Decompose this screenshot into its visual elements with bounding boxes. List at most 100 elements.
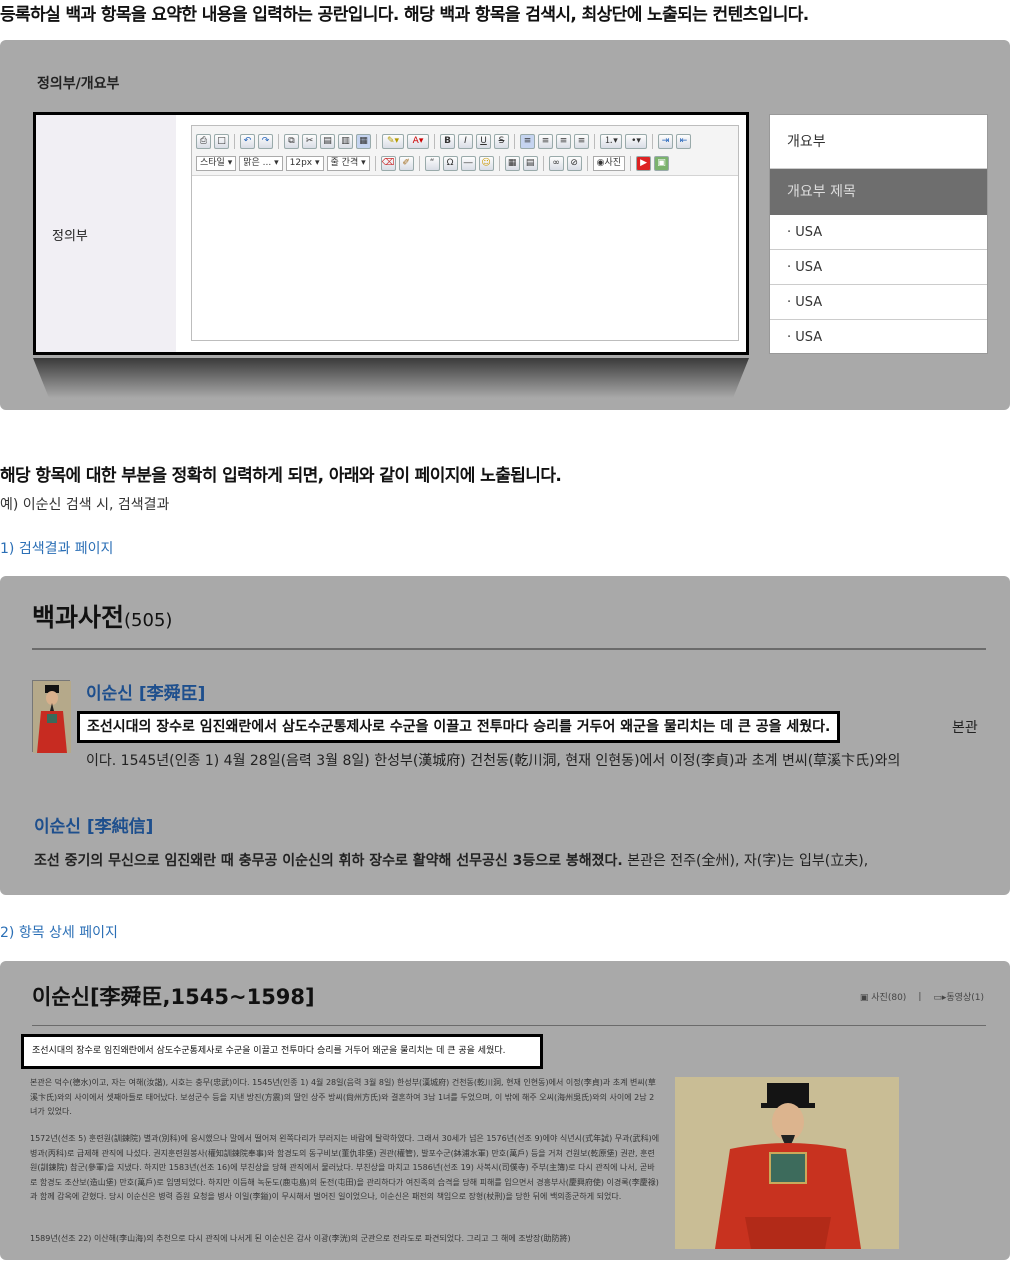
align-center-icon[interactable]: ≡ [538,133,553,149]
strikethrough-icon[interactable]: S [494,133,509,149]
intro-heading: 등록하실 백과 항목을 요약한 내용을 입력하는 공란입니다. 해당 백과 항목… [0,5,809,25]
highlighted-summary: 조선시대의 장수로 임진왜란에서 삼도수군통제사로 수군을 이끌고 전투마다 승… [21,1034,543,1069]
toolbar-separator [418,155,420,171]
italic-icon[interactable]: I [458,133,473,149]
step-1-label: 1) 검색결과 페이지 [0,541,114,557]
ordered-list-icon[interactable]: ⒈▾ [600,133,622,149]
meta-divider: | [918,991,922,1002]
special-char-icon[interactable]: Ω [442,155,458,171]
cut-icon[interactable]: ✂ [302,133,317,149]
align-justify-icon[interactable]: ≡ [574,133,589,149]
horizontal-rule-icon[interactable]: ― [460,155,476,171]
photo-icon: ▣ [859,993,869,1003]
indent-icon[interactable]: ⇥ [658,133,673,149]
divider [32,1025,986,1026]
quote-icon[interactable]: “ [424,155,440,171]
search-result-panel: 백과사전(505) 이순신 [李舜臣] 조선시대의 장수로 임진왜란에서 삼도수… [0,576,1010,895]
editor-preview-panel: 정의부/개요부 정의부 ⎙ □ ↶ ↷ ⧉ ✂ ▤ ▥ ▦ ✎▾ A▾ B I … [0,40,1010,410]
outdent-icon[interactable]: ⇤ [676,133,691,149]
result-text-continuation: 본관 [952,720,978,736]
redo-icon[interactable]: ↷ [258,133,273,149]
align-right-icon[interactable]: ≡ [556,133,571,149]
form-label: 정의부 [52,229,88,244]
detail-page-panel: 이순신[李舜臣,1545~1598] ▣ 사진(80) | ▭▸동영상(1) 조… [0,961,1010,1260]
form-label-cell: 정의부 [36,115,176,352]
toolbar-separator [498,155,500,171]
portrait-thumbnail[interactable] [32,680,71,753]
undo-icon[interactable]: ↶ [240,133,255,149]
divider [32,648,986,650]
search-result-title: 백과사전(505) [32,603,173,632]
paste-icon[interactable]: ▤ [320,133,335,149]
portrait-image[interactable] [675,1077,899,1249]
font-size-select[interactable]: 12px ▾ [285,155,324,171]
detail-paragraph: 1589년(선조 22) 이산해(李山海)의 추천으로 다시 관직에 나서게 된… [30,1234,571,1243]
result-text: 조선 중기의 무신으로 임진왜란 때 충무공 이순신의 휘하 장수로 활약해 선… [34,853,869,869]
font-family-select[interactable]: 맑은 ... ▾ [239,155,283,171]
overview-sidebar-item[interactable]: · USA [770,320,987,355]
toolbar-separator [586,155,588,171]
overview-sidebar: 개요부 개요부 제목 · USA · USA · USA · USA [769,114,988,354]
toolbar-separator [542,155,544,171]
toolbar-separator [278,133,279,149]
copy-icon[interactable]: ⧉ [284,133,299,149]
table-icon[interactable]: ▦ [504,155,520,171]
overview-sidebar-item[interactable]: · USA [770,215,987,250]
editor-toolbar: ⎙ □ ↶ ↷ ⧉ ✂ ▤ ▥ ▦ ✎▾ A▾ B I U S ≡ ≡ ≡ ≡ … [192,126,738,176]
underline-icon[interactable]: U [476,133,491,149]
bold-icon[interactable]: B [440,133,455,149]
example-text: 예) 이순신 검색 시, 검색결과 [0,497,170,513]
toolbar-row-2: 스타일 ▾ 맑은 ... ▾ 12px ▾ 줄 간격 ▾ ⌫ ✐ “ Ω ― ☺… [196,154,670,172]
detail-paragraph: 1572년(선조 5) 훈련원(訓鍊院) 별과(別科)에 응시했으나 말에서 떨… [30,1134,660,1202]
result-text: 이다. 1545년(인종 1) 4월 28일(음력 3월 8일) 한성부(漢城府… [86,753,901,769]
video-link[interactable]: ▭▸동영상(1) [933,990,984,1003]
overview-sidebar-item[interactable]: · USA [770,250,987,285]
highlight-color-icon[interactable]: ✎▾ [382,133,404,149]
photo-link[interactable]: ▣ 사진(80) [860,990,906,1003]
eraser-icon[interactable]: ⌫ [380,155,396,171]
line-spacing-select[interactable]: 줄 간격 ▾ [326,155,370,171]
section-heading: 해당 항목에 대한 부분을 정확히 입력하게 되면, 아래와 같이 페이지에 노… [0,466,562,486]
toolbar-separator [594,133,595,149]
box-shadow-shape [33,358,749,398]
table-edit-icon[interactable]: ▤ [522,155,538,171]
toolbar-separator [434,133,435,149]
font-color-icon[interactable]: A▾ [407,133,429,149]
toolbar-separator [630,155,632,171]
toolbar-separator [514,133,515,149]
paste-text-icon[interactable]: ▥ [338,133,353,149]
align-left-icon[interactable]: ≡ [520,133,535,149]
result-count: (505) [124,610,173,631]
toolbar-separator [376,133,377,149]
result-title[interactable]: 이순신 [李舜臣] [86,679,205,704]
detail-title: 이순신[李舜臣,1545~1598] [32,985,315,1009]
step-2-label: 2) 항목 상세 페이지 [0,925,118,941]
new-doc-icon[interactable]: □ [214,133,229,149]
detail-paragraph: 본관은 덕수(德水)이고, 자는 여해(汝諧), 시호는 충무(忠武)이다. 1… [30,1078,656,1117]
overview-sidebar-selected[interactable]: 개요부 제목 [770,169,987,215]
result-title[interactable]: 이순신 [李純信] [34,812,153,837]
photo-button[interactable]: ◉사진 [592,155,626,171]
unlink-icon[interactable]: ⊘ [566,155,582,171]
panel-label: 정의부/개요부 [37,76,120,92]
format-paint-icon[interactable]: ✐ [398,155,414,171]
style-select[interactable]: 스타일 ▾ [196,155,237,171]
link-icon[interactable]: ∞ [548,155,564,171]
definition-form-box: 정의부 ⎙ □ ↶ ↷ ⧉ ✂ ▤ ▥ ▦ ✎▾ A▾ B I U S ≡ ≡ … [33,112,749,355]
toolbar-separator [234,133,235,149]
video-icon[interactable]: ▶ [636,155,652,171]
image-icon[interactable]: ▣ [654,155,670,171]
select-all-icon[interactable]: ▦ [356,133,371,149]
rich-text-editor[interactable]: ⎙ □ ↶ ↷ ⧉ ✂ ▤ ▥ ▦ ✎▾ A▾ B I U S ≡ ≡ ≡ ≡ … [191,125,739,341]
media-links: ▣ 사진(80) | ▭▸동영상(1) [860,990,984,1004]
print-icon[interactable]: ⎙ [196,133,211,149]
toolbar-separator [374,155,376,171]
overview-sidebar-item[interactable]: · USA [770,285,987,320]
video-camera-icon: ▭▸ [933,993,947,1003]
emoticon-icon[interactable]: ☺ [478,155,494,171]
unordered-list-icon[interactable]: •▾ [625,133,647,149]
overview-sidebar-header: 개요부 [770,115,987,169]
highlighted-summary: 조선시대의 장수로 임진왜란에서 삼도수군통제사로 수군을 이끌고 전투마다 승… [77,711,841,743]
toolbar-row-1: ⎙ □ ↶ ↷ ⧉ ✂ ▤ ▥ ▦ ✎▾ A▾ B I U S ≡ ≡ ≡ ≡ … [196,132,691,150]
toolbar-separator [652,133,653,149]
